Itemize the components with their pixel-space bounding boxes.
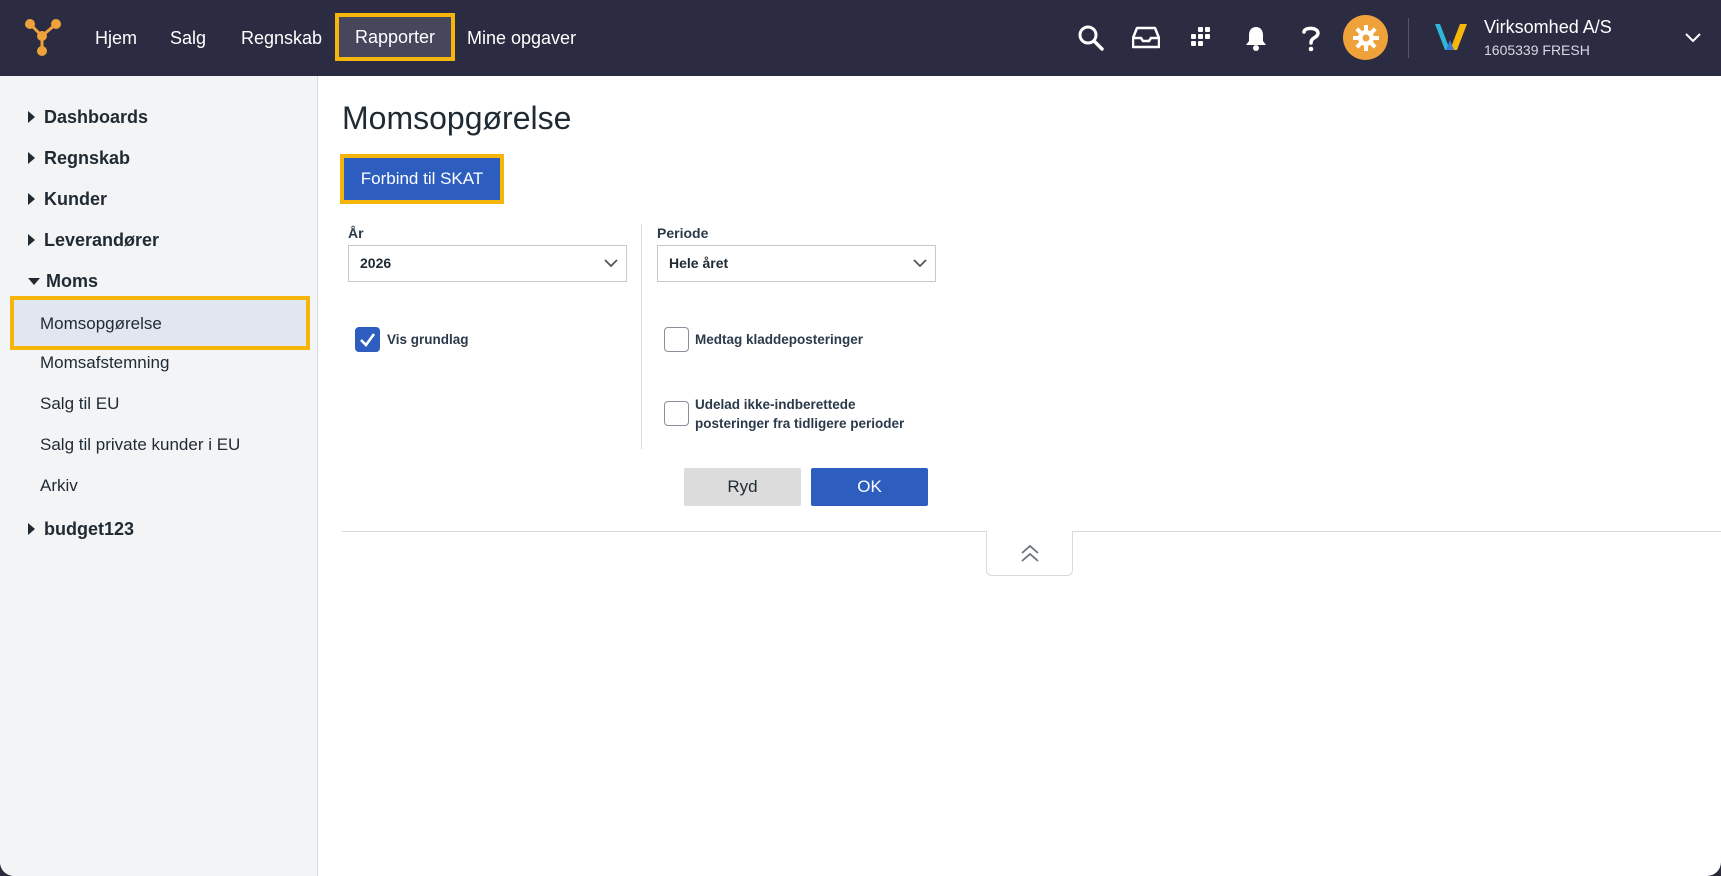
sidebar-group-label: Dashboards	[44, 106, 149, 127]
period-select[interactable]: Hele året	[657, 245, 936, 282]
year-label: År	[348, 225, 364, 241]
column-divider	[641, 224, 642, 449]
apps-grid-icon[interactable]	[1183, 20, 1219, 56]
search-icon[interactable]	[1073, 20, 1109, 56]
connect-skat-button[interactable]: Forbind til SKAT	[340, 154, 504, 204]
sidebar-item-arkiv[interactable]: Arkiv	[40, 476, 78, 500]
sidebar-group-kunder[interactable]: Kunder	[28, 186, 107, 212]
sidebar-group-dashboards[interactable]: Dashboards	[28, 104, 148, 130]
sidebar-group-budget123[interactable]: budget123	[28, 516, 134, 542]
ok-button[interactable]: OK	[811, 468, 928, 506]
udelad-checkbox[interactable]	[664, 401, 689, 426]
nav-salg[interactable]: Salg	[170, 26, 206, 50]
period-value: Hele året	[669, 255, 729, 271]
medtag-kladdeposteringer-label: Medtag kladdeposteringer	[695, 332, 864, 347]
vis-grundlag-checkbox[interactable]	[355, 327, 380, 352]
caret-right-icon	[28, 234, 35, 246]
company-id: 1605339 FRESH	[1484, 42, 1590, 58]
medtag-kladdeposteringer-checkbox[interactable]	[664, 327, 689, 352]
app-window: Hjem Salg Regnskab Rapporter Mine opgave…	[0, 0, 1721, 876]
year-select[interactable]: 2026	[348, 245, 627, 282]
year-value: 2026	[360, 255, 392, 271]
chevron-down-icon	[604, 259, 618, 268]
company-logo-icon	[1435, 24, 1467, 50]
nav-hjem[interactable]: Hjem	[95, 26, 137, 50]
period-label: Periode	[657, 225, 709, 241]
double-chevron-up-icon	[1020, 544, 1039, 562]
clear-button[interactable]: Ryd	[684, 468, 801, 506]
sidebar-item-label: Momsopgørelse	[40, 314, 162, 333]
top-navigation-bar: Hjem Salg Regnskab Rapporter Mine opgave…	[0, 0, 1721, 76]
sidebar-group-label: Kunder	[44, 188, 107, 209]
caret-right-icon	[28, 193, 35, 205]
sidebar-group-label: budget123	[44, 518, 135, 539]
udelad-label-line1: Udelad ikke-indberettede	[695, 397, 856, 412]
sidebar-group-label: Regnskab	[44, 147, 131, 168]
help-icon[interactable]	[1293, 20, 1329, 56]
sidebar-item-salg-til-private-kunder-eu[interactable]: Salg til private kunder i EU	[40, 435, 240, 459]
vis-grundlag-label: Vis grundlag	[387, 332, 469, 347]
nav-rapporter[interactable]: Rapporter	[335, 13, 456, 61]
sidebar-group-label: Moms	[46, 270, 99, 291]
company-name: Virksomhed A/S	[1484, 17, 1612, 37]
caret-right-icon	[28, 152, 35, 164]
nav-regnskab[interactable]: Regnskab	[241, 26, 322, 50]
topbar-divider	[1408, 18, 1409, 58]
sidebar-group-moms[interactable]: Moms	[28, 268, 98, 294]
collapse-toggle[interactable]	[986, 531, 1073, 576]
sidebar-group-leverandoerer[interactable]: Leverandører	[28, 227, 159, 253]
app-logo-icon[interactable]	[24, 18, 62, 56]
caret-down-icon	[28, 277, 40, 285]
caret-right-icon	[28, 523, 35, 535]
bell-icon[interactable]	[1238, 20, 1274, 56]
sidebar-item-salg-til-eu[interactable]: Salg til EU	[40, 394, 119, 418]
inbox-icon[interactable]	[1128, 20, 1164, 56]
sidebar-group-regnskab[interactable]: Regnskab	[28, 145, 130, 171]
nav-mine-opgaver[interactable]: Mine opgaver	[467, 26, 576, 50]
sidebar: Dashboards Regnskab Kunder Leverandører …	[0, 76, 318, 876]
check-icon	[360, 333, 376, 347]
sidebar-item-momsopgoerelse[interactable]: Momsopgørelse	[10, 296, 310, 350]
sidebar-group-label: Leverandører	[44, 229, 160, 250]
gear-icon[interactable]	[1343, 15, 1388, 60]
chevron-down-icon	[913, 259, 927, 268]
udelad-label-line2: posteringer fra tidligere perioder	[695, 416, 905, 431]
chevron-down-icon[interactable]	[1684, 28, 1702, 46]
page-title: Momsopgørelse	[342, 100, 572, 136]
sidebar-item-momsafstemning[interactable]: Momsafstemning	[40, 353, 169, 377]
caret-right-icon	[28, 111, 35, 123]
